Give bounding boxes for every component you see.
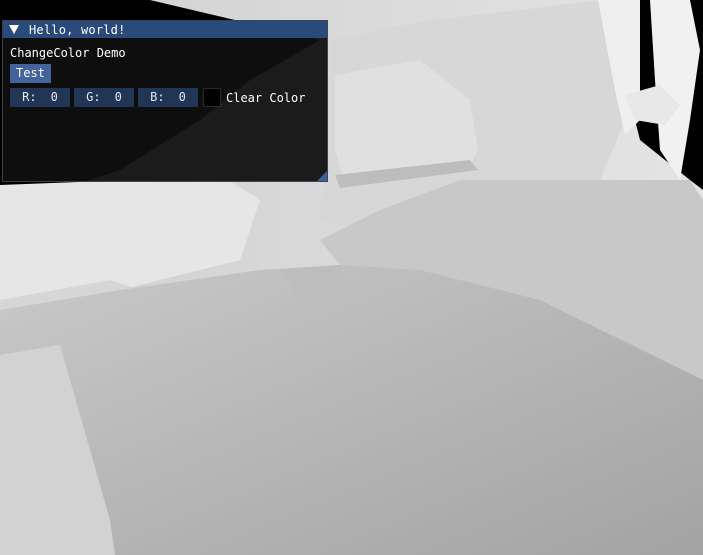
green-channel-input[interactable]: G: 0 bbox=[74, 88, 134, 107]
resize-grip-icon[interactable] bbox=[317, 171, 327, 181]
blue-channel-label: B: bbox=[150, 90, 165, 104]
clear-color-label: Clear Color bbox=[226, 90, 306, 105]
green-channel-value: 0 bbox=[114, 90, 122, 104]
imgui-window[interactable]: Hello, world! ChangeColor Demo Test R: 0 … bbox=[2, 20, 328, 182]
red-channel-label: R: bbox=[22, 90, 37, 104]
window-title-bar[interactable]: Hello, world! bbox=[3, 21, 327, 38]
red-channel-value: 0 bbox=[50, 90, 58, 104]
demo-label: ChangeColor Demo bbox=[10, 46, 126, 60]
blue-channel-input[interactable]: B: 0 bbox=[138, 88, 198, 107]
blue-channel-value: 0 bbox=[178, 90, 186, 104]
test-button[interactable]: Test bbox=[10, 64, 51, 83]
window-content: ChangeColor Demo Test R: 0 G: 0 B: 0 Clear … bbox=[3, 38, 327, 181]
green-channel-label: G: bbox=[86, 90, 101, 104]
red-channel-input[interactable]: R: 0 bbox=[10, 88, 70, 107]
color-edit-row: R: 0 G: 0 B: 0 Clear Color bbox=[10, 88, 305, 107]
render-viewport: Hello, world! ChangeColor Demo Test R: 0 … bbox=[0, 0, 703, 555]
color-swatch-button[interactable] bbox=[203, 88, 221, 107]
collapse-triangle-icon[interactable] bbox=[9, 25, 19, 34]
window-title: Hello, world! bbox=[29, 22, 126, 37]
